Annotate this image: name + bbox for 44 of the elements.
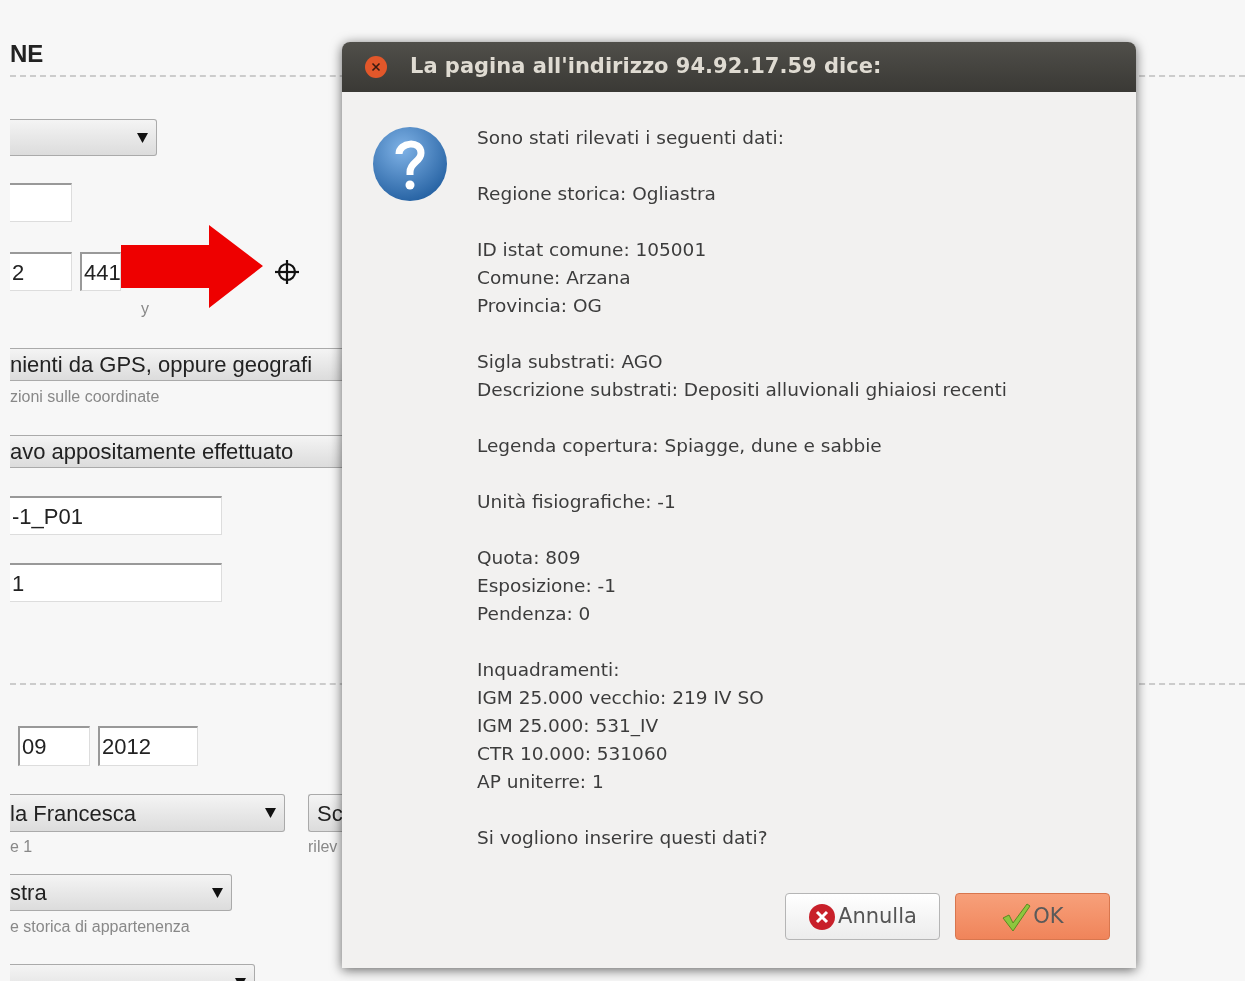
- message-line: Quota: 809: [477, 546, 582, 570]
- text-input[interactable]: [10, 183, 72, 222]
- dialog-button[interactable]: Annulla: [785, 893, 940, 940]
- field-label: y: [141, 300, 149, 317]
- message-line: Pendenza: 0: [477, 602, 592, 626]
- question-icon: [372, 126, 448, 202]
- message-line: Esposizione: -1: [477, 574, 617, 598]
- month-input[interactable]: 09: [18, 726, 90, 766]
- section-heading: NE: [10, 40, 44, 68]
- hint-text: e storica di appartenenza: [10, 918, 190, 936]
- message-line: ID istat comune: 105001: [477, 238, 708, 262]
- text-input[interactable]: -1_P01: [10, 496, 222, 535]
- caret-icon: [212, 887, 223, 898]
- dialog-title: La pagina all'indirizzo 94.92.17.59 dice:: [410, 53, 882, 81]
- crosshair-icon[interactable]: [274, 258, 300, 285]
- message-line: Unità fisiografiche: -1: [477, 490, 677, 514]
- message-line: Legenda copertura: Spiagge, dune e sabbie: [477, 434, 883, 458]
- hint-text: zioni sulle coordinate: [10, 388, 160, 406]
- message-line: Regione storica: Ogliastra: [477, 182, 717, 206]
- close-icon[interactable]: [364, 55, 388, 79]
- message-line: Provincia: OG: [477, 294, 603, 318]
- y-input[interactable]: 441: [80, 252, 121, 291]
- x-input[interactable]: 2: [10, 252, 72, 291]
- year-input[interactable]: 2012: [98, 726, 198, 766]
- hint-text: e 1: [10, 838, 34, 856]
- select-dropdown[interactable]: stra: [10, 874, 232, 911]
- checkmark-icon: [1001, 901, 1032, 932]
- message-line: IGM 25.000 vecchio: 219 IV SO: [477, 686, 765, 710]
- message-line: Comune: Arzana: [477, 266, 632, 290]
- select-dropdown[interactable]: [10, 119, 157, 156]
- caret-icon: [137, 132, 148, 143]
- hint-text: rilev: [308, 838, 338, 856]
- cancel-icon: [808, 902, 837, 931]
- message-line: IGM 25.000: 531_IV: [477, 714, 660, 739]
- message-line: Sono stati rilevati i seguenti dati:: [477, 126, 785, 150]
- select-dropdown[interactable]: la Francesca: [10, 794, 285, 832]
- text-input[interactable]: 1: [10, 563, 222, 602]
- caret-icon: [265, 808, 276, 818]
- message-line: AP uniterre: 1: [477, 770, 605, 794]
- message-line: Sigla substrati: AGO: [477, 350, 664, 374]
- message-line: Inquadramenti:: [477, 658, 621, 682]
- message-line: Si vogliono inserire questi dati?: [477, 826, 769, 850]
- message-line: Descrizione substrati: Depositi alluvionali ghiaiosi recenti: [477, 378, 1007, 402]
- message-line: CTR 10.000: 531060: [477, 742, 669, 766]
